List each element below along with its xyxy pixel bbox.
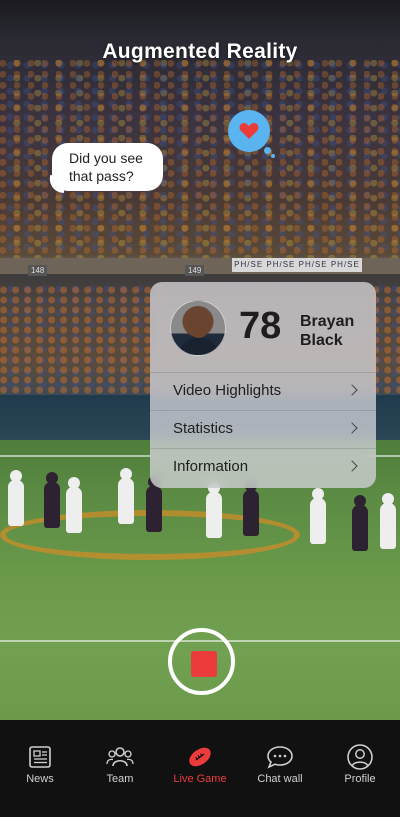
menu-label: Statistics <box>173 420 234 437</box>
section-number-left: 148 <box>28 265 48 276</box>
reaction-tail-dot <box>271 154 275 158</box>
chat-icon <box>267 746 293 769</box>
chevron-right-icon <box>346 460 358 472</box>
player-first-name: Brayan <box>300 313 355 330</box>
player-last-name: Black <box>300 332 343 349</box>
menu-video-highlights[interactable]: Video Highlights <box>150 372 376 410</box>
jersey-number: 78 <box>239 305 282 347</box>
reaction-tail-dot <box>264 147 271 154</box>
player <box>380 493 396 549</box>
tab-chat-wall[interactable]: Chat wall <box>240 720 320 817</box>
player <box>66 477 82 533</box>
record-button[interactable] <box>168 628 235 695</box>
player-name: Brayan Black <box>300 312 370 350</box>
ad-board: PH/SE PH/SE PH/SE PH/SE <box>232 258 362 272</box>
tab-label: Team <box>106 773 134 785</box>
player <box>352 495 368 551</box>
player <box>146 476 162 532</box>
tab-label: News <box>26 773 54 785</box>
player <box>206 482 222 538</box>
tab-label: Profile <box>344 773 376 785</box>
avatar-shoulders <box>179 337 219 355</box>
menu-label: Information <box>173 458 249 475</box>
profile-icon <box>347 744 373 770</box>
football-icon <box>189 747 211 767</box>
menu-information[interactable]: Information <box>150 448 376 486</box>
player <box>44 472 60 528</box>
menu-statistics[interactable]: Statistics <box>150 410 376 448</box>
menu-label: Video Highlights <box>173 382 282 399</box>
tab-news[interactable]: News <box>0 720 80 817</box>
chevron-right-icon <box>346 422 358 434</box>
record-stop-icon <box>191 651 217 677</box>
player <box>8 470 24 526</box>
player <box>243 480 259 536</box>
newspaper-icon <box>29 746 51 768</box>
tab-profile[interactable]: Profile <box>320 720 400 817</box>
tab-live-game[interactable]: Live Game <box>160 720 240 817</box>
tab-bar: News Team Live Game Chat wall Profile <box>0 720 400 817</box>
player <box>118 468 134 524</box>
chat-bubble[interactable]: Did you see that pass? <box>52 143 163 191</box>
ar-screen: PH/SE PH/SE PH/SE PH/SE 148 149 Augmente… <box>0 0 400 817</box>
tab-label: Chat wall <box>257 773 303 785</box>
tab-team[interactable]: Team <box>80 720 160 817</box>
player-avatar[interactable] <box>170 300 226 356</box>
reaction-bubble[interactable] <box>228 110 270 152</box>
team-icon <box>106 747 134 767</box>
player-card: 78 Brayan Black Video Highlights Statist… <box>150 282 376 488</box>
section-number-right: 149 <box>185 265 205 276</box>
avatar-face <box>188 311 210 338</box>
chevron-right-icon <box>346 384 358 396</box>
page-title: Augmented Reality <box>102 40 298 63</box>
tab-label: Live Game <box>173 773 227 785</box>
heart-icon <box>239 123 259 139</box>
player <box>310 488 326 544</box>
